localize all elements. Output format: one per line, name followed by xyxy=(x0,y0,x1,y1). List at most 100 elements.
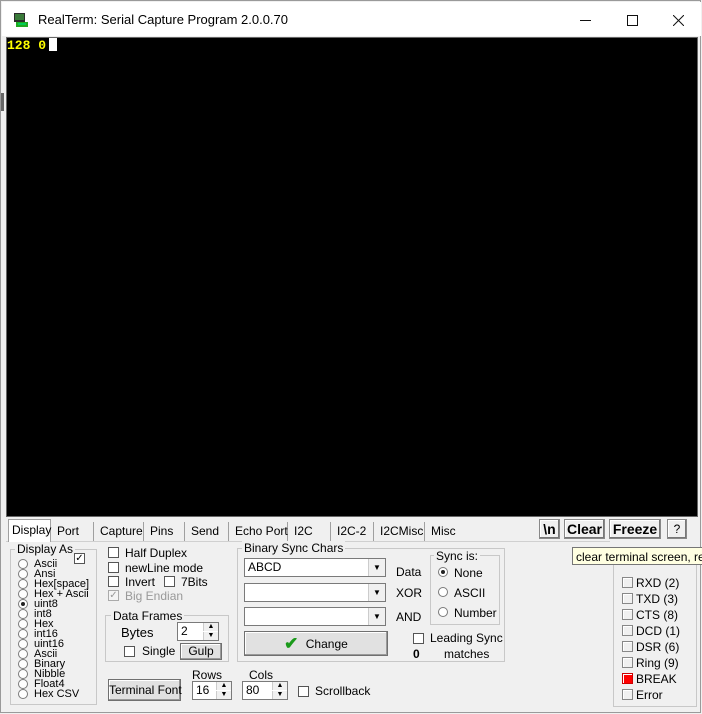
tab-label: Port xyxy=(57,524,80,538)
radio-ascii[interactable] xyxy=(18,559,28,569)
radio-binary[interactable] xyxy=(18,659,28,669)
big-endian-label: Big Endian xyxy=(125,589,184,603)
tab-i2c-2[interactable]: I2C-2 xyxy=(334,522,374,541)
title-bar[interactable]: RealTerm: Serial Capture Program 2.0.0.7… xyxy=(2,2,701,36)
radio-sync-number[interactable] xyxy=(438,607,448,617)
single-label: Single xyxy=(142,644,176,658)
chevron-up-icon[interactable]: ▲ xyxy=(216,682,231,690)
radio-hex-csv[interactable] xyxy=(18,689,28,699)
clear-button[interactable]: Clear xyxy=(564,519,605,539)
tab-capture[interactable]: Capture xyxy=(97,522,144,541)
sync-ascii-label: ASCII xyxy=(454,586,486,600)
tab-label: I2C-2 xyxy=(337,524,367,538)
radio-hex-ascii[interactable] xyxy=(18,589,28,599)
maximize-icon xyxy=(626,14,638,26)
chevron-up-icon[interactable]: ▲ xyxy=(203,623,218,631)
sync-is-title: Sync is: xyxy=(434,549,481,563)
radio-ascii-2[interactable] xyxy=(18,649,28,659)
display-as-checkbox[interactable]: ✓ xyxy=(74,553,85,564)
tab-label: Display xyxy=(12,523,52,537)
minimize-button[interactable] xyxy=(562,3,608,37)
close-button[interactable] xyxy=(655,3,701,37)
sync-xor-combo[interactable]: ▼ xyxy=(244,583,386,602)
terminal-text: 128 0 xyxy=(7,38,47,53)
data-frames-title: Data Frames xyxy=(111,609,185,623)
tab-misc[interactable]: Misc xyxy=(428,522,478,541)
tab-i2c[interactable]: I2C xyxy=(291,522,331,541)
status-label: RXD (2) xyxy=(636,576,680,590)
scrollback-checkbox[interactable] xyxy=(298,686,309,697)
half-duplex-label: Half Duplex xyxy=(125,546,188,560)
app-icon xyxy=(13,12,29,28)
radio-float4[interactable] xyxy=(18,679,28,689)
dropdown-arrow-icon[interactable]: ▼ xyxy=(368,584,385,601)
chevron-down-icon[interactable]: ▼ xyxy=(203,632,218,640)
sync-data-label: Data xyxy=(396,565,422,579)
dropdown-arrow-icon[interactable]: ▼ xyxy=(368,608,385,625)
status-led xyxy=(622,577,633,588)
tab-send[interactable]: Send xyxy=(188,522,229,541)
binary-sync-title: Binary Sync Chars xyxy=(242,541,346,555)
half-duplex-checkbox[interactable] xyxy=(108,547,119,558)
status-label: TXD (3) xyxy=(636,592,678,606)
status-label: Error xyxy=(636,688,663,702)
newline-mode-label: newLine mode xyxy=(125,561,204,575)
radio-nibble[interactable] xyxy=(18,669,28,679)
radio-int8[interactable] xyxy=(18,609,28,619)
tab-display[interactable]: Display xyxy=(8,519,51,542)
radio-ansi[interactable] xyxy=(18,569,28,579)
chevron-down-icon[interactable]: ▼ xyxy=(272,691,287,699)
newline-button[interactable]: \n xyxy=(539,519,560,539)
leading-sync-label: Leading Sync xyxy=(430,631,503,645)
seven-bits-checkbox[interactable] xyxy=(164,576,175,587)
tab-echo-port[interactable]: Echo Port xyxy=(232,522,288,541)
radio-sync-ascii[interactable] xyxy=(438,587,448,597)
tab-label: I2CMisc xyxy=(380,524,424,538)
tab-pins[interactable]: Pins xyxy=(147,522,185,541)
maximize-button[interactable] xyxy=(609,3,655,37)
cols-stepper[interactable]: 80 ▲ ▼ xyxy=(242,681,288,700)
radio-hex-space[interactable] xyxy=(18,579,28,589)
sync-and-combo[interactable]: ▼ xyxy=(244,607,386,626)
bytes-stepper[interactable]: 2 ▲ ▼ xyxy=(177,622,219,641)
single-checkbox[interactable] xyxy=(124,646,135,657)
gulp-button[interactable]: Gulp xyxy=(180,643,222,660)
leading-sync-checkbox[interactable] xyxy=(413,633,424,644)
newline-mode-checkbox[interactable] xyxy=(108,562,119,573)
cols-label: Cols xyxy=(249,668,274,682)
status-led xyxy=(622,689,633,700)
rows-stepper[interactable]: 16 ▲ ▼ xyxy=(192,681,232,700)
terminal-font-button[interactable]: Terminal Font xyxy=(108,679,182,701)
terminal-screen[interactable]: 128 0 xyxy=(6,37,698,517)
tab-label: Misc xyxy=(431,524,456,538)
terminal-output: 128 0 xyxy=(7,38,58,53)
status-label: CTS (8) xyxy=(636,608,678,622)
tab-label: I2C xyxy=(294,524,313,538)
sync-and-label: AND xyxy=(396,610,422,624)
freeze-button[interactable]: Freeze xyxy=(609,519,661,539)
dropdown-arrow-icon[interactable]: ▼ xyxy=(368,559,385,576)
radio-uint8[interactable] xyxy=(18,599,28,609)
seven-bits-label: 7Bits xyxy=(181,575,208,589)
help-button[interactable]: ? xyxy=(667,519,687,539)
radio-int16[interactable] xyxy=(18,629,28,639)
sync-data-combo[interactable]: ABCD ▼ xyxy=(244,558,386,577)
chevron-up-icon[interactable]: ▲ xyxy=(272,682,287,690)
invert-checkbox[interactable] xyxy=(108,576,119,587)
big-endian-checkbox[interactable]: ✓ xyxy=(108,590,119,601)
tab-port[interactable]: Port xyxy=(54,522,94,541)
window-edge-mark xyxy=(1,93,4,111)
radio-hex[interactable] xyxy=(18,619,28,629)
sync-xor-label: XOR xyxy=(396,586,423,600)
clear-tooltip: clear terminal screen, ret xyxy=(572,547,702,565)
radio-uint16[interactable] xyxy=(18,639,28,649)
change-button[interactable]: ✔ Change xyxy=(244,631,388,656)
chevron-down-icon[interactable]: ▼ xyxy=(216,691,231,699)
tab-i2cmisc[interactable]: I2CMisc xyxy=(377,522,425,541)
display-as-title: Display As xyxy=(15,542,76,556)
status-label: DCD (1) xyxy=(636,624,680,638)
radio-sync-none[interactable] xyxy=(438,567,448,577)
sync-none-label: None xyxy=(454,566,483,580)
tab-label: Pins xyxy=(150,524,174,538)
scrollback-label: Scrollback xyxy=(315,684,371,698)
